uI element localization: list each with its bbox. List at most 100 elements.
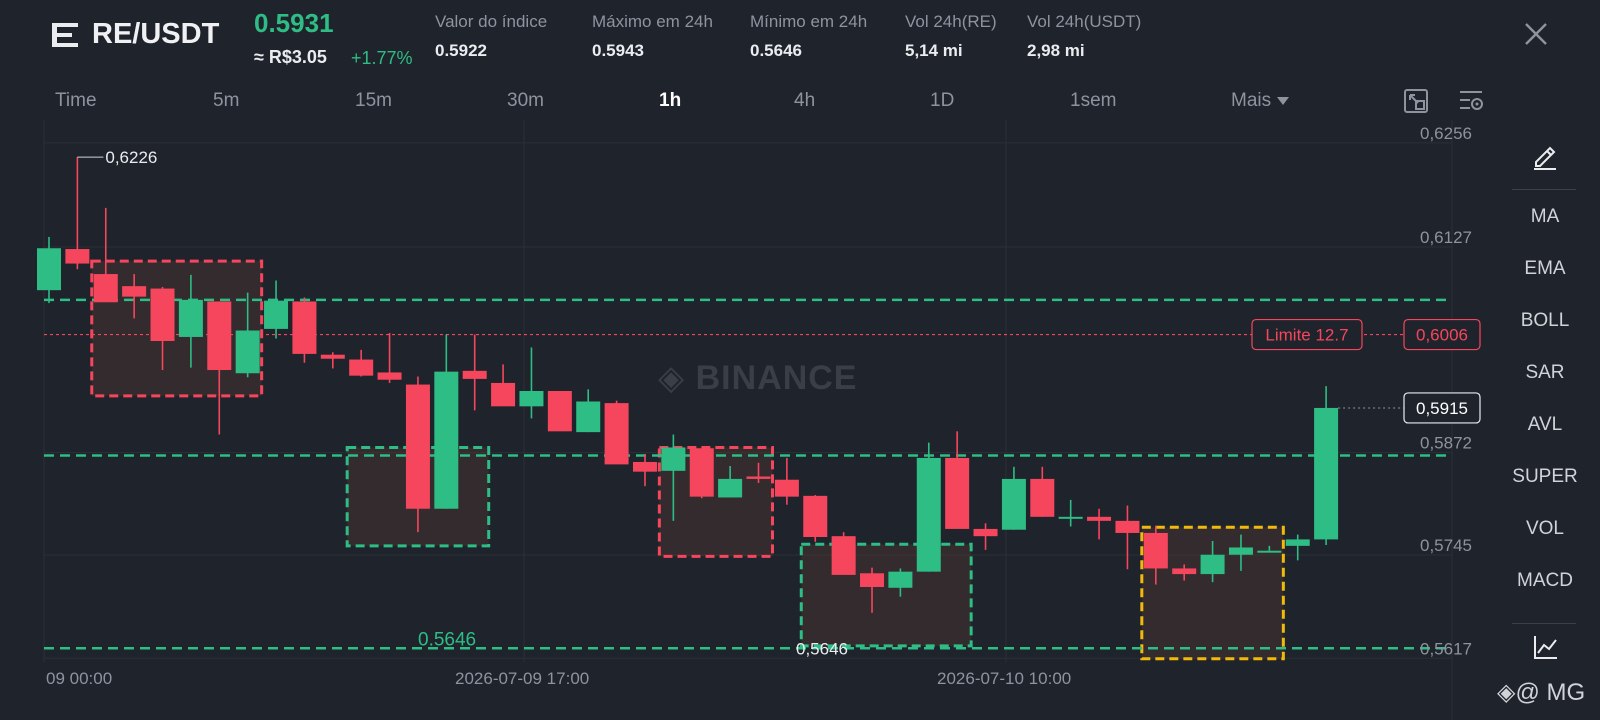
candle-body (235, 330, 260, 374)
indicator-sidebar: MA EMA BOLL SAR AVL SUPER VOL MACD (1490, 120, 1600, 720)
pencil-icon[interactable] (1530, 140, 1560, 170)
tab-1h[interactable]: 1h (659, 90, 681, 112)
candle-body (93, 274, 118, 303)
candle-body (689, 448, 714, 497)
expand-chart-icon[interactable] (1403, 88, 1429, 114)
stat-24h-low: Mínimo em 24h 0.5646 (750, 12, 867, 61)
candle-body (1285, 539, 1310, 546)
price-change-percent: +1.77% (351, 48, 413, 68)
candle-body (973, 528, 998, 537)
candle-body (150, 288, 175, 341)
candle-body (405, 384, 430, 509)
indicator-ma[interactable]: MA (1490, 206, 1600, 228)
candle-body (1087, 516, 1112, 521)
stat-24h-volume-base: Vol 24h(RE) 5,14 mi (905, 12, 997, 61)
tab-15m[interactable]: 15m (355, 90, 392, 112)
pair-title[interactable]: RE/USDT (92, 18, 219, 51)
candle-body (320, 354, 345, 359)
tab-time[interactable]: Time (55, 90, 97, 112)
candle-body (746, 476, 771, 479)
candle-body (718, 478, 743, 498)
candle-body (1030, 478, 1055, 517)
candle-body (434, 371, 459, 509)
stat-24h-high: Máximo em 24h 0.5943 (592, 12, 713, 61)
indicator-avl[interactable]: AVL (1490, 414, 1600, 436)
tab-more[interactable]: Mais (1231, 90, 1290, 112)
x-tick-label: 2026-07-09 17:00 (455, 669, 589, 688)
candle-body (774, 479, 799, 497)
tab-1d[interactable]: 1D (930, 90, 954, 112)
candle-body (292, 301, 317, 354)
candle-body (377, 372, 402, 380)
stat-value: 2,98 mi (1027, 41, 1085, 60)
tab-1sem[interactable]: 1sem (1070, 90, 1116, 112)
binance-logo-icon: ◈ (658, 359, 696, 397)
low-marker-label-left: 0.5646 (418, 629, 476, 650)
candle-body (632, 461, 657, 472)
candle-body (860, 573, 885, 587)
indicator-vol[interactable]: VOL (1490, 518, 1600, 540)
stat-label: Valor do índice (435, 12, 548, 31)
indicator-macd[interactable]: MACD (1490, 570, 1600, 592)
stat-index-value: Valor do índice 0.5922 (435, 12, 547, 61)
tab-more-label: Mais (1231, 90, 1272, 111)
y-tick-label: 0,5745 (1420, 536, 1472, 555)
candle-body (122, 286, 147, 297)
high-marker-label: 0,6226 (105, 148, 157, 167)
menu-icon[interactable] (50, 20, 80, 50)
indicator-ema[interactable]: EMA (1490, 258, 1600, 280)
candle-body (1200, 554, 1225, 575)
y-tick-label: 0,6127 (1420, 228, 1472, 247)
x-tick-label: 2026-07-10 10:00 (937, 669, 1071, 688)
tab-4h[interactable]: 4h (794, 90, 815, 112)
stat-label: Vol 24h(USDT) (1027, 12, 1142, 31)
chevron-down-icon (1277, 96, 1290, 105)
stat-24h-volume-quote: Vol 24h(USDT) 2,98 mi (1027, 12, 1141, 61)
indicator-sar[interactable]: SAR (1490, 362, 1600, 384)
binance-watermark: ◈ BINANCE (658, 358, 858, 398)
candle-body (491, 382, 516, 407)
stat-value: 0.5922 (435, 41, 487, 60)
timeframe-tabs: Time 5m 15m 30m 1h 4h 1D 1sem Mais (0, 86, 1490, 118)
candle-body (1257, 550, 1282, 553)
candle-body (65, 249, 90, 264)
chart-line-icon[interactable] (1532, 633, 1560, 661)
user-watermark-text: @ MG (1515, 679, 1586, 706)
candle-body (1058, 516, 1083, 519)
candle-body (661, 447, 686, 471)
sidebar-divider (1512, 623, 1576, 624)
candle-body (1172, 568, 1197, 575)
candle-body (1143, 532, 1168, 569)
candlestick-chart[interactable]: 0,6256 0,6127 0,5872 0,5745 0,5617 09 00:00 20… (0, 120, 1600, 720)
candle-body (888, 571, 913, 588)
indicator-super[interactable]: SUPER (1490, 466, 1600, 488)
candle-body (1001, 478, 1026, 530)
user-watermark: ◈@ MG (1497, 678, 1585, 707)
y-tick-label: 0,5617 (1420, 639, 1472, 658)
stat-label: Máximo em 24h (592, 12, 713, 31)
last-price: 0.5931 (254, 8, 334, 38)
last-price-label: 0,5915 (1416, 399, 1468, 418)
candle-body (916, 457, 941, 572)
stat-value: 0.5646 (750, 41, 802, 60)
candle-body (547, 391, 572, 432)
fiat-price: ≈ R$3.05 (254, 47, 327, 67)
ticker-header: RE/USDT 0.5931 ≈ R$3.05 +1.77% Valor do … (0, 0, 1600, 84)
binance-logo-icon: ◈ (1497, 679, 1516, 706)
candle-body (178, 299, 203, 337)
candle-body (1228, 547, 1253, 555)
y-tick-label: 0,6256 (1420, 124, 1472, 143)
close-icon[interactable] (1522, 20, 1550, 48)
tab-5m[interactable]: 5m (213, 90, 239, 112)
candle-body (349, 359, 374, 376)
x-tick-label: 09 00:00 (46, 669, 112, 688)
chart-settings-icon[interactable] (1458, 88, 1484, 114)
tab-30m[interactable]: 30m (507, 90, 544, 112)
indicator-boll[interactable]: BOLL (1490, 310, 1600, 332)
candle-body (37, 248, 61, 291)
limit-price-label: 0,6006 (1416, 326, 1468, 345)
low-marker-label: 0,5646 (796, 639, 848, 658)
stat-label: Vol 24h(RE) (905, 12, 997, 31)
candle-body (831, 536, 856, 575)
candle-body (945, 457, 970, 529)
